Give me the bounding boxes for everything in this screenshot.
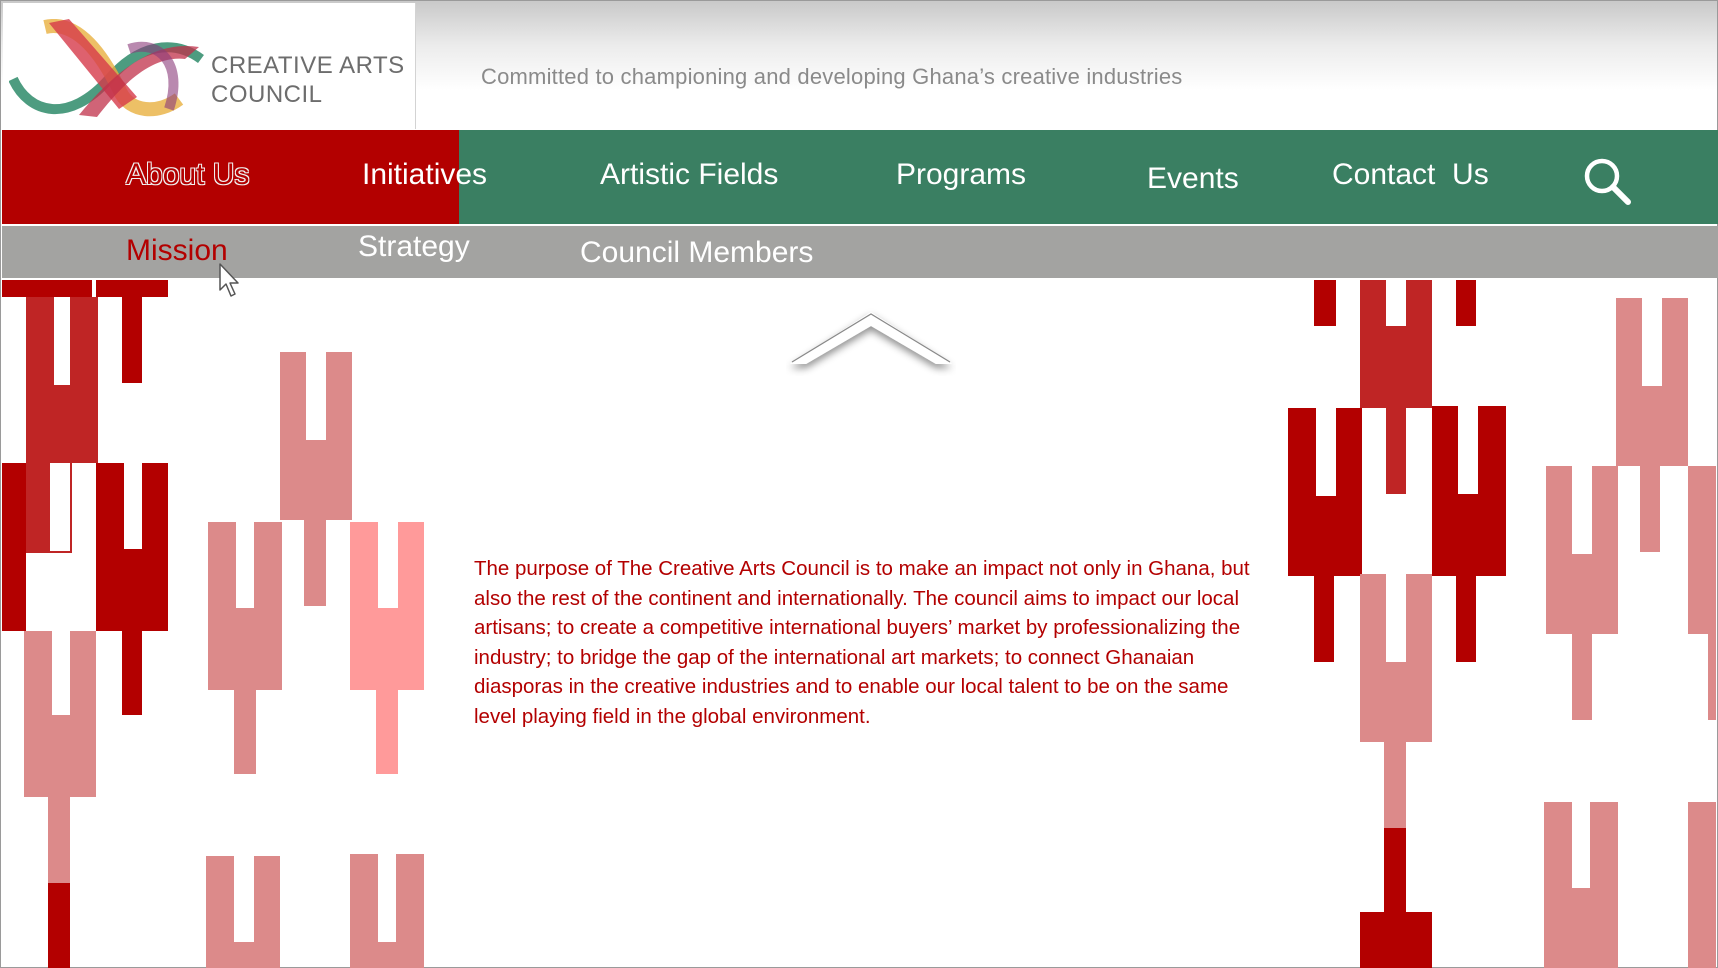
main-nav: About Us Initiatives Artistic Fields Pro… (2, 130, 1718, 224)
nav-item-artistic-fields[interactable]: Artistic Fields (600, 158, 778, 192)
site-header: CREATIVE ARTS COUNCIL Committed to champ… (1, 1, 1717, 129)
nav-item-events[interactable]: Events (1147, 162, 1239, 196)
subnav-item-strategy[interactable]: Strategy (358, 230, 470, 264)
tagline: Committed to championing and developing … (481, 64, 1183, 89)
nav-item-contact-us[interactable]: Contact Us (1332, 158, 1489, 192)
search-icon[interactable] (1582, 156, 1632, 206)
nav-item-initiatives[interactable]: Initiatives (362, 158, 487, 192)
logo[interactable]: CREATIVE ARTS COUNCIL (3, 3, 416, 129)
logo-line2: COUNCIL (211, 81, 323, 108)
subnav-item-council-members[interactable]: Council Members (580, 236, 813, 270)
left-pattern (2, 280, 424, 968)
mouse-cursor-icon (219, 263, 239, 297)
dropdown-caret-icon (790, 312, 952, 364)
logo-mark-icon (9, 19, 204, 117)
nav-item-about-us[interactable]: About Us (126, 158, 249, 192)
right-pattern (1288, 280, 1716, 968)
logo-line1: CREATIVE ARTS (211, 52, 405, 79)
nav-item-programs[interactable]: Programs (896, 158, 1026, 192)
logo-text: CREATIVE ARTS COUNCIL (211, 51, 405, 109)
sub-nav: Mission Strategy Council Members (2, 226, 1718, 278)
subnav-item-mission[interactable]: Mission (126, 234, 228, 268)
mission-text: The purpose of The Creative Arts Council… (474, 557, 1250, 728)
